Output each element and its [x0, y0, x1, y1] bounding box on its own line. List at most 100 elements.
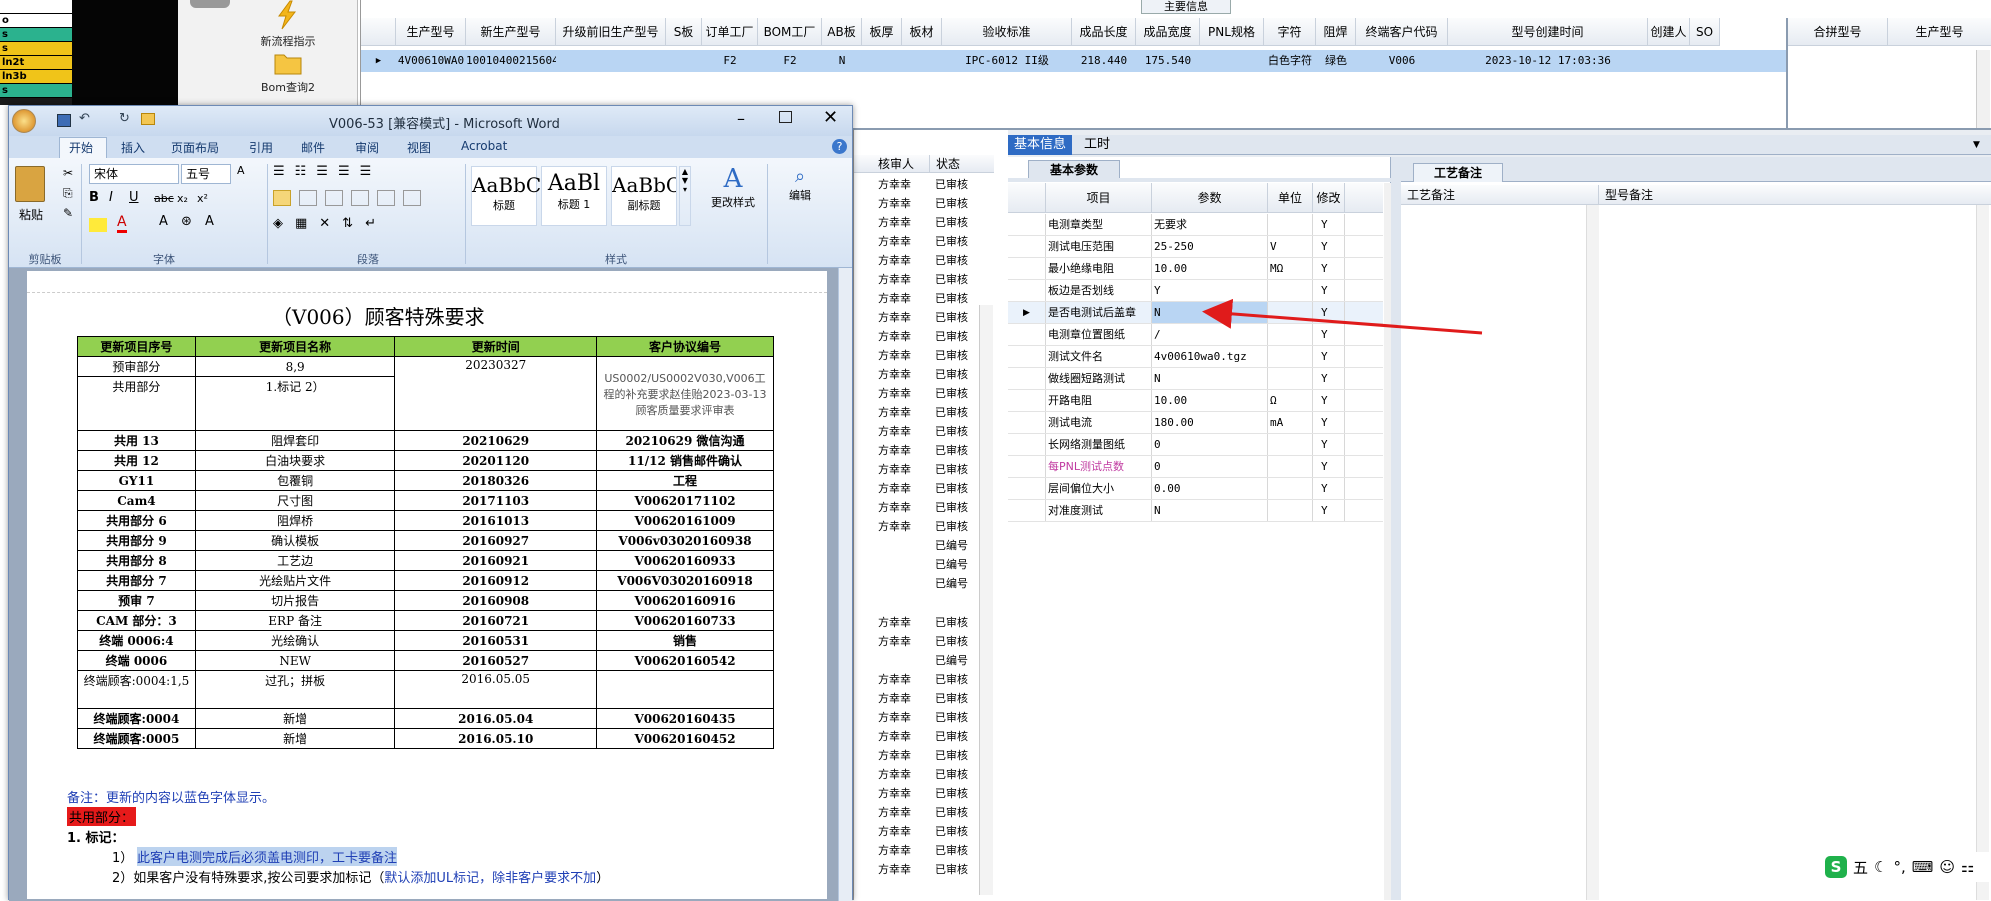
note-text: 备注：更新的内容以蓝色字体显示。 [67, 791, 276, 806]
table-cell: 终端顾客:0004:1,5 [77, 670, 196, 709]
table-cell: V00620160435 [596, 708, 774, 729]
table-cell: 20210629 [394, 430, 598, 451]
table-cell: 光绘确认 [194, 630, 396, 651]
tab-acrobat[interactable]: Acrobat [461, 139, 507, 153]
highlighted-requirement: 此客户电测完成后必须盖电测印，工卡要备注 [137, 847, 398, 866]
tab-insert[interactable]: 插入 [121, 139, 145, 156]
justify-icon[interactable] [351, 190, 369, 206]
edit-button[interactable]: ⌕ 编辑 [775, 166, 825, 203]
undo-icon[interactable]: ↶ [79, 111, 90, 126]
redo-icon[interactable]: ↻ [119, 111, 130, 126]
table-cell: 20180326 [394, 470, 598, 491]
find-icon: ⌕ [794, 166, 806, 187]
tab-references[interactable]: 引用 [249, 139, 273, 156]
table-cell: V00620160733 [596, 610, 774, 631]
tab-home[interactable]: 开始 [69, 139, 93, 156]
grow-font-icon[interactable]: A [205, 214, 214, 229]
punctuation-icon[interactable]: °, [1893, 858, 1905, 876]
tab-view[interactable]: 视图 [407, 139, 431, 156]
vertical-scrollbar[interactable] [838, 268, 852, 901]
style-title[interactable]: AaBbC 标题 [471, 166, 542, 226]
moon-icon[interactable]: ☾ [1874, 858, 1887, 876]
align-buttons [273, 190, 473, 206]
cut-icon[interactable]: ✂ [63, 166, 73, 180]
table-cell: 共用部分 7 [77, 570, 196, 591]
table-cell: 20160927 [394, 530, 598, 551]
styles-scroll[interactable]: ▲ ▼ ▾ [679, 166, 691, 226]
font-size-select[interactable]: 五号 [181, 164, 231, 184]
table-cell: V00620160542 [596, 650, 774, 671]
ime-logo-icon[interactable]: S [1825, 856, 1847, 878]
bold-icon[interactable]: B [89, 190, 103, 205]
italic-icon[interactable]: I [109, 190, 123, 205]
table-cell: CAM 部分：3 [77, 610, 196, 631]
char-shading-icon[interactable]: A [159, 214, 168, 229]
tab-mailings[interactable]: 邮件 [301, 139, 325, 156]
font-name-select[interactable]: 宋体 [89, 164, 179, 184]
table-cell: 20160531 [394, 630, 598, 651]
table-cell: V00620160452 [596, 728, 774, 749]
table-cell: 2016.05.05 [394, 670, 598, 709]
column-header: 更新项目名称 [194, 336, 396, 357]
table-cell: 共用 12 [77, 450, 196, 471]
table-cell: V00620161009 [596, 510, 774, 531]
align-left-icon[interactable] [273, 190, 291, 206]
office-button-icon[interactable] [12, 109, 36, 133]
table-row: 共用部分 9 确认模板 20160927 V006v03020160938 [77, 530, 774, 551]
change-styles-label: 更改样式 [711, 196, 755, 209]
table-cell: 20160908 [394, 590, 598, 611]
change-styles-button[interactable]: A 更改样式 [703, 164, 763, 210]
tab-page-layout[interactable]: 页面布局 [171, 139, 219, 156]
format-painter-icon[interactable]: ✎ [63, 206, 73, 220]
table-cell: V006v03020160938 [596, 530, 774, 551]
align-right-icon[interactable] [325, 190, 343, 206]
distribute-icon[interactable] [377, 190, 395, 206]
shading-border-icons[interactable]: ◈▦✕⇅↵ [273, 216, 388, 231]
paste-label[interactable]: 粘贴 [19, 206, 43, 223]
font-color-icon[interactable]: A [117, 214, 127, 233]
document-title: （V006）顾客特殊要求 [272, 305, 485, 329]
line-spacing-icon[interactable] [403, 190, 421, 206]
enclose-char-icon[interactable]: ⊛ [181, 214, 192, 229]
style-heading-1[interactable]: AaBl 标题 1 [541, 166, 607, 226]
maximize-icon[interactable] [779, 111, 792, 123]
subscript-icon[interactable]: x₂ [177, 192, 188, 205]
help-icon[interactable]: ? [832, 139, 847, 154]
open-icon[interactable] [141, 113, 155, 125]
superscript-icon[interactable]: x² [197, 192, 208, 205]
style-subtitle[interactable]: AaBbC 副标题 [611, 166, 677, 226]
table-cell: 11/12 销售邮件确认 [596, 450, 774, 471]
tab-review[interactable]: 审阅 [355, 139, 379, 156]
table-cell: 终端顾客:0005 [77, 728, 196, 749]
minimize-icon[interactable]: – [737, 109, 745, 128]
table-cell: US0002/US0002V030,V006工程的补充要求赵佳贻2023-03-… [596, 356, 774, 431]
ime-mode[interactable]: 五 [1853, 857, 1868, 878]
paste-icon[interactable] [15, 166, 45, 202]
table-cell: 工艺边 [194, 550, 396, 571]
font-size-icon[interactable]: A [237, 164, 257, 184]
list-icon[interactable]: ☰☷☰☰☰ [273, 164, 381, 179]
table-cell: 共用部分 6 [77, 510, 196, 531]
table-cell: 2016.05.10 [394, 728, 598, 749]
table-cell: 共用部分 [77, 376, 196, 431]
style-sample: AaBbC [472, 173, 542, 197]
table-cell: 8,9 [194, 356, 396, 377]
ribbon: 粘贴 ✂ ⎘ ✎ 剪贴板 宋体 五号 A B I U abc x₂ x² A A… [9, 158, 852, 268]
close-icon[interactable]: ✕ [823, 107, 838, 128]
table-row: 共用部分 8 工艺边 20160921 V00620160933 [77, 550, 774, 571]
highlight-icon[interactable] [89, 218, 107, 232]
underline-icon[interactable]: U [129, 190, 143, 205]
table-cell: Cam4 [77, 490, 196, 511]
item-line: 2）如果客户没有特殊要求,按公司要求加标记（默认添加UL标记，除非客户要求不加） [112, 867, 609, 886]
align-center-icon[interactable] [299, 190, 317, 206]
table-cell: 20160912 [394, 570, 598, 591]
copy-icon[interactable]: ⎘ [63, 186, 73, 201]
table-cell: 过孔；拼板 [194, 670, 396, 709]
window-title: V006-53 [兼容模式] - Microsoft Word [329, 117, 560, 132]
grid-icon[interactable]: ⚏ [1961, 858, 1974, 876]
save-icon[interactable] [57, 114, 71, 127]
item-text: ） [596, 871, 610, 886]
keyboard-icon[interactable]: ⌨ [1912, 858, 1934, 876]
strikethrough-icon[interactable]: abc [154, 192, 174, 205]
user-icon[interactable]: ☺ [1939, 858, 1955, 876]
